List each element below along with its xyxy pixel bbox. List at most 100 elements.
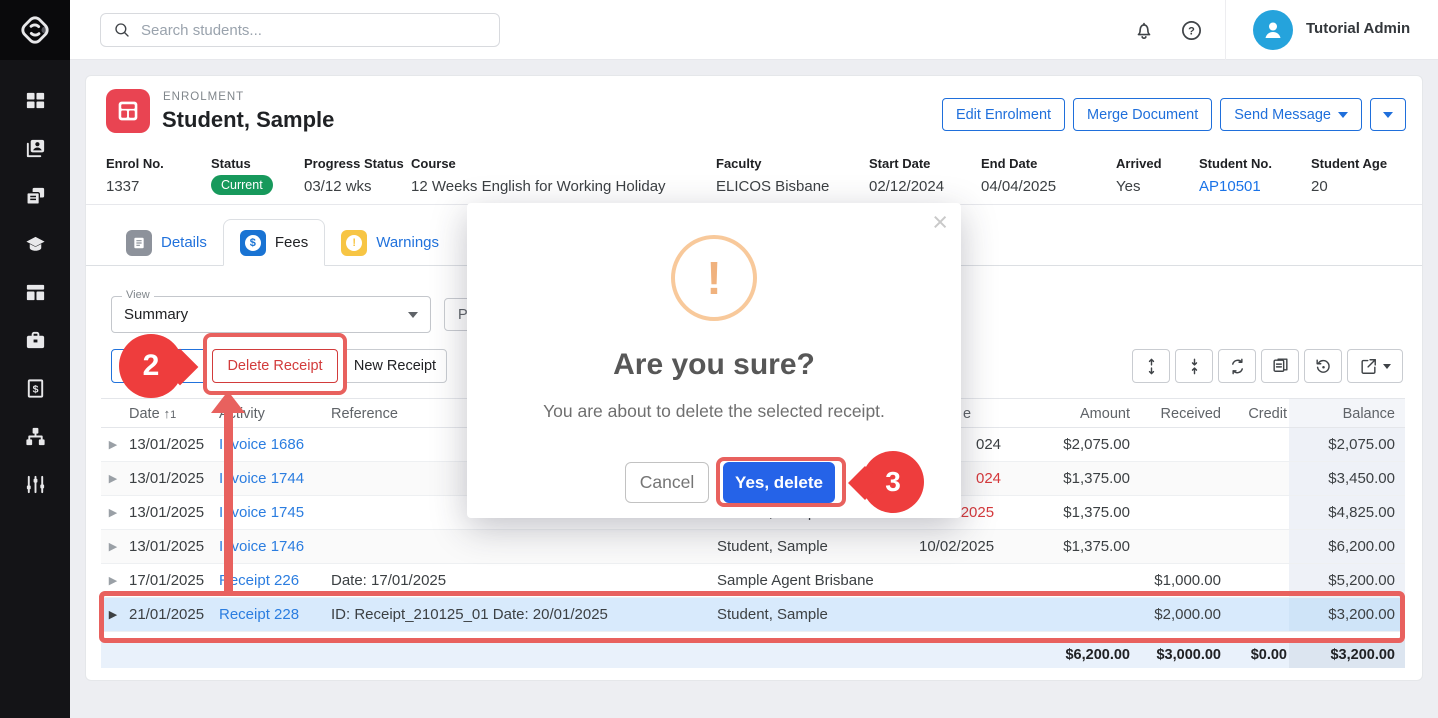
chevron-down-icon (1383, 112, 1393, 118)
help-button[interactable]: ? (1178, 17, 1204, 43)
app-logo[interactable] (0, 0, 70, 60)
row-expander-icon[interactable]: ▶ (101, 462, 125, 495)
row-expander-icon[interactable]: ▶ (101, 598, 125, 631)
layout-icon (24, 281, 47, 304)
refresh-icon (1228, 357, 1247, 376)
sidebar-item-classes[interactable] (0, 268, 70, 316)
table-row[interactable]: ▶ 13/01/2025 Invoice 1746 Student, Sampl… (101, 530, 1405, 564)
header-actions: Edit Enrolment Merge Document Send Messa… (942, 98, 1406, 131)
sidebar-item-agents[interactable] (0, 412, 70, 460)
svg-text:?: ? (1188, 25, 1195, 37)
invoice-link[interactable]: Invoice 1744 (219, 470, 304, 487)
invoice-link[interactable]: Invoice 1746 (219, 538, 304, 555)
tab-warnings-label: Warnings (376, 234, 439, 251)
table-row-selected[interactable]: ▶ 21/01/2025 Receipt 228 ID: Receipt_210… (101, 598, 1405, 632)
column-received[interactable]: Received (1136, 399, 1223, 427)
svg-text:$: $ (32, 383, 38, 395)
bell-icon (1133, 19, 1155, 41)
row-expander-icon[interactable]: ▶ (101, 530, 125, 563)
expand-rows-icon (1142, 357, 1161, 376)
field-student-no: Student No.AP10501 (1199, 156, 1272, 195)
merge-document-button[interactable]: Merge Document (1073, 98, 1212, 131)
close-icon[interactable]: × (932, 209, 948, 236)
module-overline: ENROLMENT (163, 91, 244, 103)
column-amount[interactable]: Amount (1016, 399, 1136, 427)
delete-receipt-button[interactable]: Delete Receipt (212, 349, 338, 383)
sidebar-item-students[interactable] (0, 124, 70, 172)
user-avatar[interactable] (1253, 10, 1293, 50)
help-icon: ? (1180, 19, 1203, 42)
column-activity[interactable]: Activity (211, 399, 323, 427)
invoice-link[interactable]: Invoice 1745 (219, 504, 304, 521)
sidebar-item-services[interactable] (0, 316, 70, 364)
warning-icon: ! (341, 230, 367, 256)
send-message-label: Send Message (1234, 107, 1331, 123)
confirm-delete-dialog: × ! Are you sure? You are about to delet… (467, 203, 961, 518)
sidebar-item-dashboard[interactable] (0, 76, 70, 124)
total-balance: $3,200.00 (1289, 641, 1405, 668)
dashboard-icon (24, 89, 47, 112)
page-title: Student, Sample (162, 107, 334, 133)
tab-details[interactable]: Details (110, 219, 223, 266)
tab-bar: Details $ Fees ! Warnings (110, 219, 522, 266)
column-date[interactable]: Date↑1 (125, 399, 211, 427)
tab-warnings[interactable]: ! Warnings (325, 219, 455, 266)
sidebar-item-finance[interactable]: $ (0, 364, 70, 412)
copy-button[interactable] (1261, 349, 1299, 383)
copy-icon (1271, 357, 1290, 376)
sidebar-item-enrolments[interactable] (0, 172, 70, 220)
view-select-label: View (122, 289, 154, 301)
export-icon (1359, 357, 1378, 376)
view-select[interactable]: View Summary (111, 296, 431, 333)
tab-details-label: Details (161, 234, 207, 251)
fees-dollar-icon: $ (240, 230, 266, 256)
collapse-rows-icon (1185, 357, 1204, 376)
invoice-dollar-icon: $ (24, 377, 47, 400)
sidebar-nav: $ (0, 60, 70, 508)
view-select-value: Summary (124, 306, 188, 323)
chevron-down-icon (408, 312, 418, 318)
confirm-delete-button[interactable]: Yes, delete (723, 462, 835, 503)
tab-fees[interactable]: $ Fees (223, 219, 325, 266)
chevron-down-icon (1383, 364, 1391, 369)
expand-all-button[interactable] (1132, 349, 1170, 383)
row-expander-icon[interactable]: ▶ (101, 564, 125, 597)
search-input[interactable] (131, 22, 499, 39)
table-row[interactable]: ▶ 17/01/2025 Receipt 226 Date: 17/01/202… (101, 564, 1405, 598)
receipt-link[interactable]: Receipt 228 (219, 606, 299, 623)
search-icon (113, 21, 131, 39)
receipt-action-button[interactable] (111, 349, 207, 383)
notifications-button[interactable] (1131, 17, 1157, 43)
student-no-link[interactable]: AP10501 (1199, 178, 1272, 195)
chevron-down-icon (1338, 112, 1348, 118)
total-received: $3,000.00 (1136, 641, 1223, 668)
dialog-title: Are you sure? (467, 348, 961, 382)
status-badge: Current (211, 175, 273, 195)
more-actions-button[interactable] (1370, 98, 1406, 131)
edit-enrolment-button[interactable]: Edit Enrolment (942, 98, 1065, 131)
send-message-button[interactable]: Send Message (1220, 98, 1362, 131)
sidebar-item-courses[interactable] (0, 220, 70, 268)
row-expander-icon[interactable]: ▶ (101, 428, 125, 461)
sidebar-item-settings[interactable] (0, 460, 70, 508)
new-receipt-button[interactable]: New Receipt (343, 349, 447, 383)
field-arrived: ArrivedYes (1116, 156, 1162, 195)
column-credit[interactable]: Credit (1223, 399, 1289, 427)
field-end-date: End Date04/04/2025 (981, 156, 1056, 195)
column-balance[interactable]: Balance (1289, 399, 1405, 427)
receipt-link[interactable]: Receipt 226 (219, 572, 299, 589)
enrolment-module-icon (106, 89, 150, 133)
export-button[interactable] (1347, 349, 1403, 383)
pages-icon (24, 185, 47, 208)
refresh-button[interactable] (1218, 349, 1256, 383)
graduation-cap-icon (24, 233, 47, 256)
user-name: Tutorial Admin (1306, 20, 1410, 37)
invoice-link[interactable]: Invoice 1686 (219, 436, 304, 453)
row-expander-icon[interactable]: ▶ (101, 496, 125, 529)
cancel-button[interactable]: Cancel (625, 462, 709, 503)
collapse-all-button[interactable] (1175, 349, 1213, 383)
field-progress-status: Progress Status03/12 wks (304, 156, 404, 195)
topbar-divider (1225, 0, 1226, 60)
history-button[interactable] (1304, 349, 1342, 383)
total-credit: $0.00 (1223, 641, 1289, 668)
